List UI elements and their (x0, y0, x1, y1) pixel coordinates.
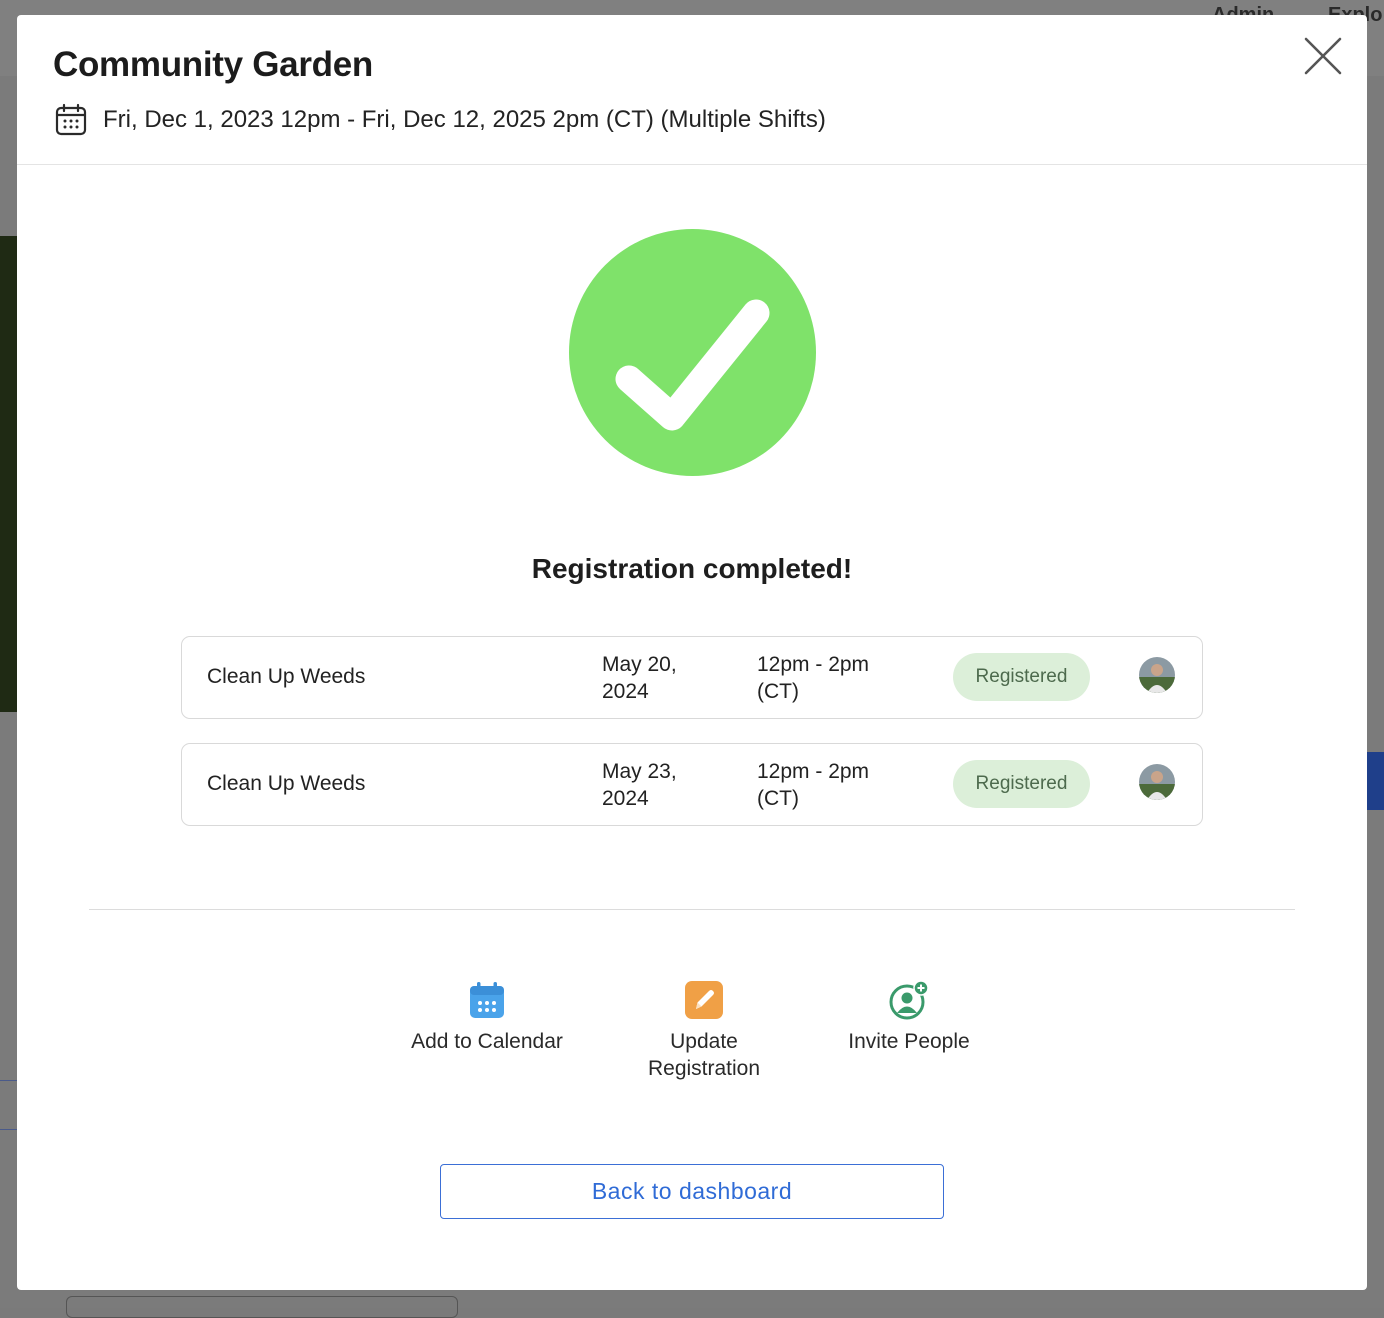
header-divider (17, 164, 1367, 165)
avatar (1139, 657, 1175, 693)
status-badge: Registered (953, 760, 1090, 808)
add-to-calendar-label: Add to Calendar (411, 1030, 563, 1053)
invite-people-button[interactable]: Invite People (824, 980, 994, 1055)
shift-date: May 23, 2024 (602, 760, 677, 810)
background-outlined-box (0, 1080, 18, 1130)
shift-name: Clean Up Weeds (207, 665, 366, 688)
avatar-photo (1139, 764, 1175, 800)
status-badge: Registered (953, 653, 1090, 701)
update-registration-button[interactable]: Update Registration (619, 980, 789, 1082)
calendar-icon (55, 103, 87, 136)
success-message: Registration completed! (531, 553, 853, 584)
back-to-dashboard-button[interactable]: Back to dashboard (440, 1164, 944, 1219)
close-button[interactable] (1302, 35, 1344, 77)
background-register-button (1367, 752, 1384, 810)
edit-pencil-icon (685, 981, 723, 1019)
add-to-calendar-button[interactable]: Add to Calendar (402, 980, 572, 1055)
shift-row: Clean Up Weeds May 20, 2024 12pm - 2pm (… (181, 636, 1203, 719)
invite-person-icon (889, 980, 929, 1020)
invite-people-label: Invite People (848, 1030, 970, 1053)
shift-date: May 20, 2024 (602, 653, 677, 703)
shift-row: Clean Up Weeds May 23, 2024 12pm - 2pm (… (181, 743, 1203, 826)
registration-modal: Community Garden Fri, Dec 1, 2023 12pm -… (17, 15, 1367, 1290)
shift-time: 12pm - 2pm (CT) (757, 653, 870, 703)
background-event-photo (0, 236, 17, 712)
event-date-row: Fri, Dec 1, 2023 12pm - Fri, Dec 12, 202… (55, 103, 826, 137)
avatar (1139, 764, 1175, 800)
event-date-range: Fri, Dec 1, 2023 12pm - Fri, Dec 12, 202… (103, 106, 826, 133)
check-circle-icon (569, 229, 816, 476)
shift-name: Clean Up Weeds (207, 772, 366, 795)
calendar-icon (470, 982, 504, 1018)
section-divider (89, 909, 1295, 910)
avatar-photo (1139, 657, 1175, 693)
close-icon (1304, 37, 1342, 75)
event-title: Community Garden (53, 45, 373, 84)
update-registration-label: Update Registration (647, 1030, 761, 1080)
shift-time: 12pm - 2pm (CT) (757, 760, 870, 810)
background-description-field (66, 1296, 458, 1318)
